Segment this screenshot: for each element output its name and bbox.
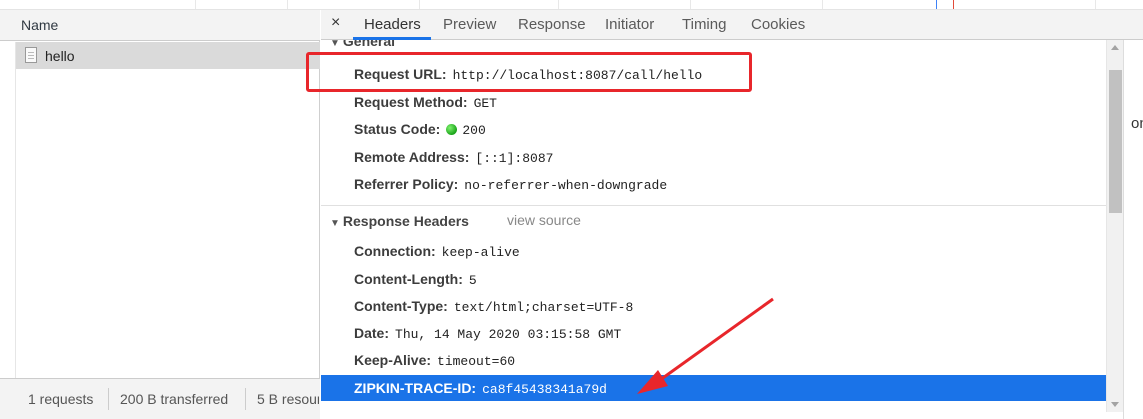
arrow-head <box>637 370 668 394</box>
annotation-arrow <box>637 297 774 394</box>
arrow-shaft <box>659 297 774 382</box>
